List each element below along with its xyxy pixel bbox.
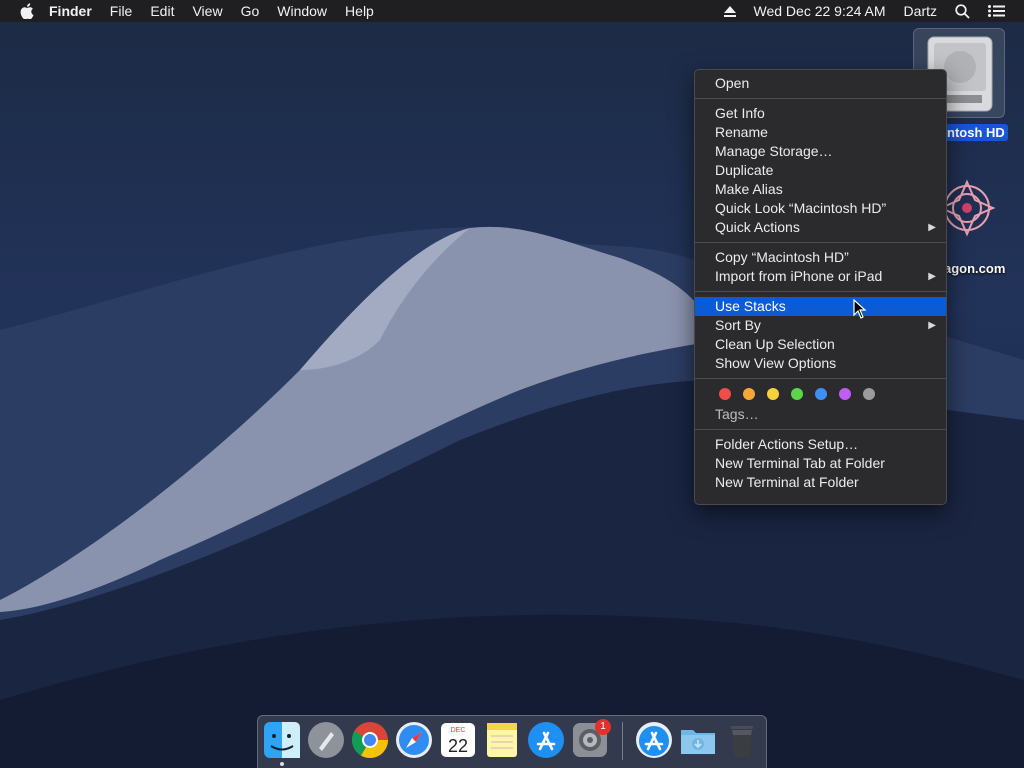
tag-gray[interactable] bbox=[863, 388, 875, 400]
mouse-cursor-icon bbox=[853, 299, 867, 319]
menu-separator bbox=[695, 291, 946, 292]
notification-center-icon[interactable] bbox=[979, 5, 1014, 17]
user-name[interactable]: Dartz bbox=[895, 0, 946, 22]
menu-item-quick-actions[interactable]: Quick Actions ▶ bbox=[695, 218, 946, 237]
app-shortcut-label[interactable]: agon.com bbox=[944, 261, 1005, 276]
menu-window[interactable]: Window bbox=[268, 0, 336, 22]
menu-item-import-from-iphone[interactable]: Import from iPhone or iPad ▶ bbox=[695, 267, 946, 286]
menu-item-tags[interactable]: Tags… bbox=[695, 404, 946, 424]
calendar-icon[interactable]: DEC 22 bbox=[439, 721, 477, 759]
svg-text:22: 22 bbox=[448, 736, 468, 756]
tag-yellow[interactable] bbox=[767, 388, 779, 400]
tag-blue[interactable] bbox=[815, 388, 827, 400]
menu-item-make-alias[interactable]: Make Alias bbox=[695, 180, 946, 199]
menu-item-use-stacks[interactable]: Use Stacks bbox=[695, 297, 946, 316]
menu-go[interactable]: Go bbox=[232, 0, 269, 22]
menu-item-copy[interactable]: Copy “Macintosh HD” bbox=[695, 248, 946, 267]
menu-item-new-terminal-tab[interactable]: New Terminal Tab at Folder bbox=[695, 454, 946, 473]
menu-separator bbox=[695, 98, 946, 99]
menu-separator bbox=[695, 242, 946, 243]
eject-icon[interactable] bbox=[715, 5, 745, 17]
menu-item-label: Quick Actions bbox=[715, 219, 800, 235]
clock[interactable]: Wed Dec 22 9:24 AM bbox=[745, 0, 895, 22]
tag-orange[interactable] bbox=[743, 388, 755, 400]
notification-badge: 1 bbox=[595, 719, 611, 735]
running-indicator bbox=[280, 762, 284, 766]
tag-red[interactable] bbox=[719, 388, 731, 400]
menu-item-label: Import from iPhone or iPad bbox=[715, 268, 883, 284]
context-menu: Open Get Info Rename Manage Storage… Dup… bbox=[694, 69, 947, 505]
tag-green[interactable] bbox=[791, 388, 803, 400]
chrome-icon[interactable] bbox=[351, 721, 389, 759]
downloads-folder-icon[interactable] bbox=[679, 721, 717, 759]
menu-item-open[interactable]: Open bbox=[695, 74, 946, 93]
menu-view[interactable]: View bbox=[183, 0, 231, 22]
applications-folder-icon[interactable] bbox=[635, 721, 673, 759]
launchpad-icon[interactable] bbox=[307, 721, 345, 759]
submenu-arrow-icon: ▶ bbox=[928, 271, 936, 282]
menu-item-manage-storage[interactable]: Manage Storage… bbox=[695, 142, 946, 161]
app-menu-finder[interactable]: Finder bbox=[40, 0, 101, 22]
tag-color-row bbox=[695, 384, 946, 404]
submenu-arrow-icon: ▶ bbox=[928, 222, 936, 233]
menu-separator bbox=[695, 429, 946, 430]
menu-item-quick-look[interactable]: Quick Look “Macintosh HD” bbox=[695, 199, 946, 218]
apple-icon[interactable] bbox=[20, 3, 34, 19]
menu-item-new-terminal[interactable]: New Terminal at Folder bbox=[695, 473, 946, 492]
submenu-arrow-icon: ▶ bbox=[928, 320, 936, 331]
menu-item-folder-actions-setup[interactable]: Folder Actions Setup… bbox=[695, 435, 946, 454]
menu-file[interactable]: File bbox=[101, 0, 142, 22]
menu-item-clean-up-selection[interactable]: Clean Up Selection bbox=[695, 335, 946, 354]
spotlight-search-icon[interactable] bbox=[946, 3, 979, 19]
tag-purple[interactable] bbox=[839, 388, 851, 400]
dock-separator bbox=[622, 722, 623, 760]
trash-icon[interactable] bbox=[723, 721, 761, 759]
menu-help[interactable]: Help bbox=[336, 0, 383, 22]
menu-edit[interactable]: Edit bbox=[141, 0, 183, 22]
menu-item-rename[interactable]: Rename bbox=[695, 123, 946, 142]
dock: DEC 22 1 bbox=[257, 715, 767, 768]
menu-item-get-info[interactable]: Get Info bbox=[695, 104, 946, 123]
menu-item-sort-by[interactable]: Sort By ▶ bbox=[695, 316, 946, 335]
finder-icon[interactable] bbox=[263, 721, 301, 759]
menu-bar: Finder File Edit View Go Window Help Wed… bbox=[0, 0, 1024, 22]
menu-separator bbox=[695, 378, 946, 379]
svg-text:DEC: DEC bbox=[451, 727, 466, 734]
macintosh-hd-label[interactable]: ntosh HD bbox=[944, 124, 1008, 141]
menu-item-label: Sort By bbox=[715, 317, 761, 333]
notes-icon[interactable] bbox=[483, 721, 521, 759]
safari-icon[interactable] bbox=[395, 721, 433, 759]
app-store-icon[interactable] bbox=[527, 721, 565, 759]
menu-item-duplicate[interactable]: Duplicate bbox=[695, 161, 946, 180]
menu-item-show-view-options[interactable]: Show View Options bbox=[695, 354, 946, 373]
